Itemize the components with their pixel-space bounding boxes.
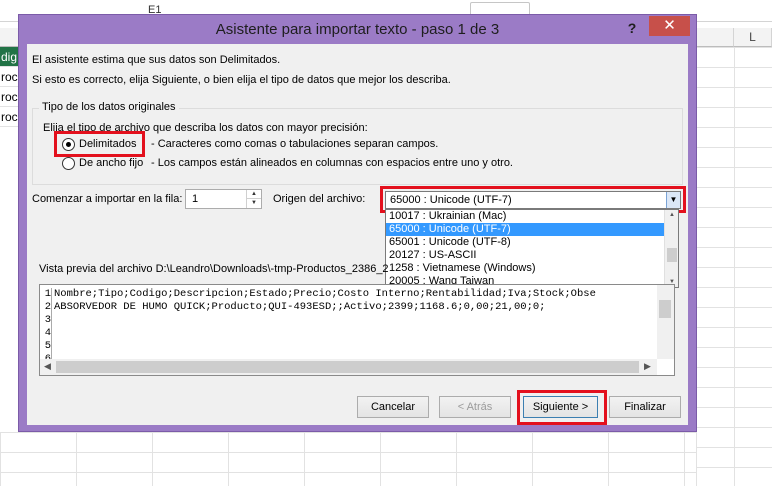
delimited-description: - Caracteres como comas o tabulaciones s… <box>151 138 439 150</box>
intro-text-1: El asistente estima que sus datos son De… <box>32 54 281 66</box>
dropdown-option[interactable]: 10017 : Ukrainian (Mac) <box>386 210 665 223</box>
preview-row: 5 <box>40 340 656 353</box>
fixed-width-label[interactable]: De ancho fijo <box>79 157 143 169</box>
stepper-down-icon[interactable]: ▼ <box>247 199 261 208</box>
scroll-left-icon[interactable]: ◀ <box>44 361 51 372</box>
preview-lines: 1 Nombre;Tipo;Codigo;Descripcion;Estado;P… <box>40 285 656 359</box>
stepper-buttons: ▲ ▼ <box>246 190 261 208</box>
file-preview-box[interactable]: 1 Nombre;Tipo;Codigo;Descripcion;Estado;P… <box>39 284 675 376</box>
file-origin-label: Origen del archivo: <box>273 193 366 205</box>
preview-vertical-thumb[interactable] <box>659 300 671 318</box>
sheet-cell[interactable]: roc <box>0 87 20 107</box>
sheet-grid-right[interactable] <box>696 47 772 486</box>
sheet-grid-bottom[interactable] <box>0 432 696 486</box>
preview-row: 3 <box>40 314 656 327</box>
fixed-width-radio[interactable] <box>62 157 75 170</box>
column-header-k[interactable] <box>696 28 734 47</box>
dialog-titlebar[interactable]: Asistente para importar texto - paso 1 d… <box>19 15 696 44</box>
help-button[interactable]: ? <box>619 18 645 38</box>
dropdown-option[interactable]: 1258 : Vietnamese (Windows) <box>386 262 665 275</box>
cancel-button[interactable]: Cancelar <box>357 396 429 418</box>
scroll-right-icon[interactable]: ▶ <box>644 361 651 372</box>
column-header-l[interactable]: L <box>734 28 772 47</box>
sheet-cell[interactable]: roc <box>0 67 20 87</box>
finish-button[interactable]: Finalizar <box>609 396 681 418</box>
dialog-title: Asistente para importar texto - paso 1 d… <box>215 21 500 38</box>
back-button[interactable]: < Atrás <box>439 396 511 418</box>
dropdown-scroll-thumb[interactable] <box>667 248 677 262</box>
preview-row: 4 <box>40 327 656 340</box>
column-header-b[interactable] <box>0 28 20 47</box>
preview-row: 2 ABSORVEDOR DE HUMO QUICK;Producto;QUI-4… <box>40 301 656 314</box>
text-import-wizard-dialog: Asistente para importar texto - paso 1 d… <box>18 14 697 432</box>
preview-row: 1 Nombre;Tipo;Codigo;Descripcion;Estado;P… <box>40 288 656 301</box>
preview-label: Vista previa del archivo D:\Leandro\Down… <box>39 263 389 275</box>
start-row-label: Comenzar a importar en la fila: <box>32 193 183 205</box>
highlight-box-delimited <box>54 131 145 157</box>
original-data-type-group: Tipo de los datos originales Elija el ti… <box>32 101 683 185</box>
preview-horizontal-thumb[interactable] <box>56 361 639 373</box>
start-row-value[interactable]: 1 <box>192 193 198 205</box>
sheet-cell[interactable]: roc <box>0 107 20 127</box>
sheet-cell[interactable]: dig <box>0 47 20 67</box>
dialog-body: El asistente estima que sus datos son De… <box>27 44 688 425</box>
dropdown-option[interactable]: 20127 : US-ASCII <box>386 249 665 262</box>
dropdown-option-selected[interactable]: 65000 : Unicode (UTF-7) <box>386 223 665 236</box>
highlight-box-next <box>517 390 607 425</box>
sheet-cells-left: dig roc roc roc <box>0 47 20 127</box>
dropdown-option[interactable]: 65001 : Unicode (UTF-8) <box>386 236 665 249</box>
stepper-up-icon[interactable]: ▲ <box>247 190 261 199</box>
start-row-stepper[interactable]: 1 ▲ ▼ <box>185 189 262 209</box>
file-origin-dropdown-list[interactable]: 10017 : Ukrainian (Mac) 65000 : Unicode … <box>385 209 679 288</box>
dropdown-scrollbar[interactable]: ▲ ▼ <box>664 210 678 287</box>
scroll-up-icon[interactable]: ▲ <box>667 211 677 219</box>
preview-vertical-scrollbar[interactable] <box>657 285 674 359</box>
fixed-width-description: - Los campos están alineados en columnas… <box>151 157 513 169</box>
close-button[interactable]: ✕ <box>649 16 690 36</box>
group-title: Tipo de los datos originales <box>39 101 179 113</box>
intro-text-2: Si esto es correcto, elija Siguiente, o … <box>32 74 451 86</box>
preview-horizontal-scrollbar[interactable]: ◀ ▶ <box>40 359 657 375</box>
